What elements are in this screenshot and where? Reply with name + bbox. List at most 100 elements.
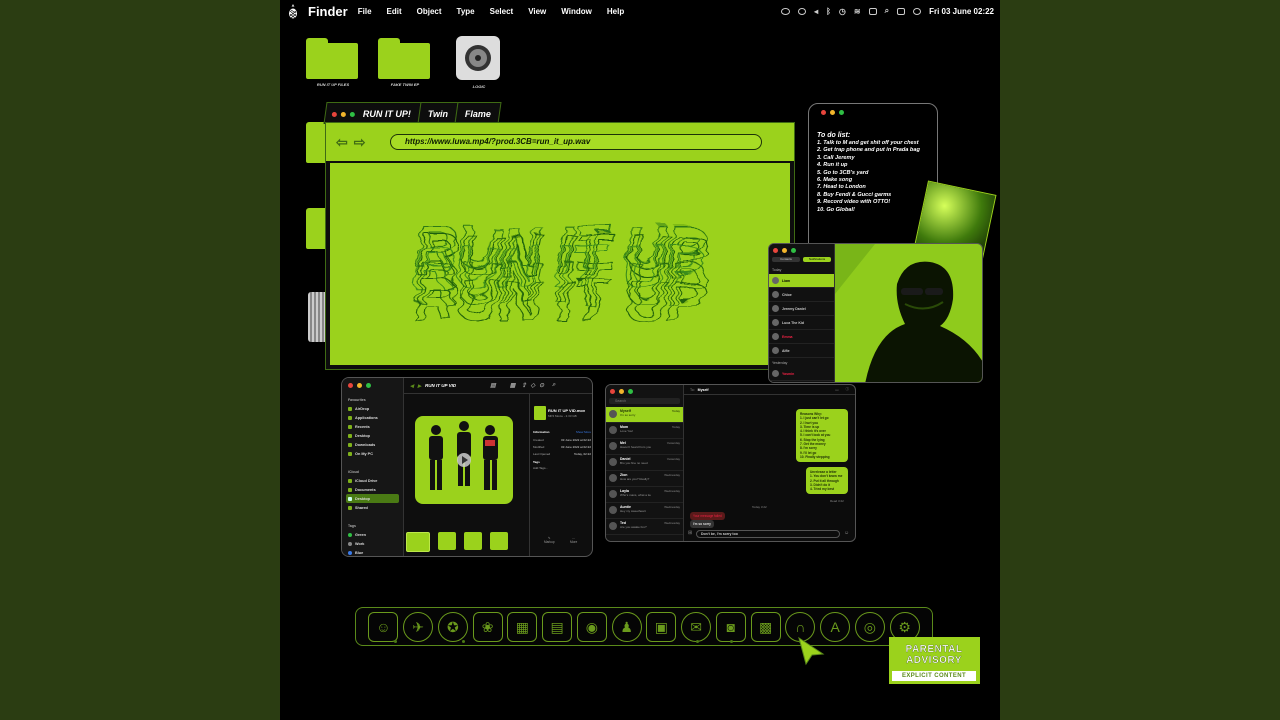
clock-datetime[interactable]: Fri 03 June 02:22 [929, 7, 994, 16]
notifications-button[interactable]: Notifications [803, 257, 831, 262]
contact-row[interactable]: Yasmin [769, 367, 834, 381]
search-input[interactable]: Search [609, 398, 680, 404]
tag-icon[interactable]: ◇ [531, 382, 536, 389]
thumbnail-selected[interactable] [406, 532, 430, 552]
sidebar-tag-blue[interactable]: Blue [342, 548, 403, 556]
sidebar-item-recents[interactable]: Recents [342, 422, 403, 431]
calendar-icon[interactable]: ▦ [507, 612, 538, 642]
grid-view-icon[interactable]: ▦ [510, 382, 516, 389]
menu-object[interactable]: Object [417, 7, 442, 16]
thumbnail[interactable] [490, 532, 508, 550]
contact-row[interactable]: Alfie [769, 344, 834, 358]
video-call-icon[interactable]: ▭ [835, 388, 838, 392]
failed-message-bubble[interactable]: Your message failed [690, 512, 725, 520]
chat-row[interactable]: Ted Are you awake bro? Wednesday [606, 519, 683, 535]
contact-row[interactable]: Emma [769, 330, 834, 344]
sidebar-tag-green[interactable]: Green [342, 530, 403, 539]
contact-row[interactable]: Chloe [769, 288, 834, 302]
sidebar-item-documents[interactable]: Documents [342, 485, 403, 494]
siri-icon[interactable] [913, 7, 922, 15]
back-arrow-icon[interactable]: ⇦ [336, 134, 348, 151]
bluetooth-icon[interactable]: ᛒ [826, 7, 831, 16]
menu-file[interactable]: File [358, 7, 372, 16]
menu-window[interactable]: Window [561, 7, 592, 16]
pineapple-logo-icon[interactable] [286, 3, 300, 19]
window-controls[interactable] [773, 248, 834, 253]
image-capture-icon[interactable]: ▩ [750, 612, 781, 642]
chat-row[interactable]: Daniel Bro you fine no need Yesterday [606, 455, 683, 471]
sidebar-tag-work[interactable]: Work [342, 539, 403, 548]
forward-arrow-icon[interactable]: ▸ [418, 382, 422, 390]
chat-row[interactable]: Auntie Hey my sweetheart Wednesday [606, 503, 683, 519]
contact-row[interactable]: Jeremy Daniel [769, 302, 834, 316]
messages-icon[interactable]: ✉ [681, 612, 712, 642]
sidebar-item-airdrop[interactable]: AirDrop [342, 404, 403, 413]
window-controls[interactable] [821, 110, 844, 115]
add-tags-field[interactable]: Add Tags... [533, 466, 548, 470]
preview-icon[interactable]: ▣ [646, 612, 677, 642]
finder-icon[interactable]: ☺ [368, 612, 399, 642]
photos-icon[interactable]: ❀ [472, 612, 503, 642]
sidebar-item-on-my-pc[interactable]: On My PC [342, 449, 403, 458]
app-logic[interactable]: LOGIC [452, 36, 506, 89]
window-controls[interactable] [331, 111, 355, 116]
search-icon[interactable]: ⌕ [885, 6, 889, 16]
menu-select[interactable]: Select [490, 7, 514, 16]
volume-icon[interactable]: ◂ [814, 7, 818, 16]
window-controls[interactable] [348, 383, 403, 388]
window-controls[interactable] [610, 389, 683, 394]
contacts-button[interactable]: Contacts [772, 257, 800, 262]
chat-row[interactable]: Mom Love You! Today [606, 423, 683, 439]
play-icon[interactable] [798, 7, 807, 15]
launchpad-icon[interactable]: ✈ [403, 612, 434, 642]
chat-row[interactable]: Zion How are you? Really? Wednesday [606, 471, 683, 487]
safari-compass-icon[interactable]: ✪ [437, 612, 468, 642]
character-icon[interactable]: ♟ [611, 612, 642, 642]
tab-run-it-up[interactable]: RUN IT UP! [323, 102, 422, 124]
menu-type[interactable]: Type [457, 7, 475, 16]
message-compose-field[interactable]: Don't be, I'm sorry too [696, 530, 840, 538]
apps-icon[interactable]: ⊞ [688, 530, 692, 536]
more-icon[interactable]: ⊙ [539, 382, 544, 389]
thumbnail[interactable] [464, 532, 482, 550]
sidebar-item-icloud-drive[interactable]: iCloud Drive [342, 476, 403, 485]
camera-icon[interactable]: ◙ [715, 612, 746, 642]
add-tags[interactable]: Add Tags... [533, 466, 591, 470]
url-bar[interactable]: https://www.luwa.mp4/?prod.3CB=run_it_up… [390, 134, 762, 150]
chat-row[interactable]: Layla Who's mans, what a tie Wednesday [606, 487, 683, 503]
menu-view[interactable]: View [528, 7, 546, 16]
control-center-icon[interactable] [897, 7, 906, 15]
timer-icon[interactable]: ◷ [839, 7, 846, 16]
menu-edit[interactable]: Edit [387, 7, 402, 16]
search-icon[interactable]: ⌕ [552, 382, 555, 389]
sidebar-item-shared[interactable]: Shared [342, 503, 403, 512]
chat-row[interactable]: Myself I'm so sorry Today [606, 407, 683, 423]
menu-help[interactable]: Help [607, 7, 624, 16]
folder-run-it-up-files[interactable]: RUN IT UP FILES [306, 38, 360, 87]
logic-dock-icon[interactable]: ◎ [854, 612, 885, 642]
info-icon[interactable]: ⓘ [846, 387, 850, 392]
cc-icon[interactable] [781, 7, 791, 15]
folder-fake-twin-ep[interactable]: FAKE TWIN EP [378, 38, 432, 87]
share-icon[interactable]: ⇪ [521, 382, 526, 389]
contact-row[interactable]: Luca The Kid [769, 316, 834, 330]
markup-button[interactable]: ✎ Markup [544, 536, 555, 544]
sidebar-item-applications[interactable]: Applications [342, 413, 403, 422]
back-arrow-icon[interactable]: ◂ [410, 382, 414, 390]
contacts-icon[interactable]: ◉ [576, 612, 607, 642]
notes-icon[interactable]: ▤ [542, 612, 573, 642]
chat-row[interactable]: Mel Haven't heard from you Yesterday [606, 439, 683, 455]
more-button[interactable]: ⋯ More [570, 536, 577, 544]
sidebar-item-desktop-cloud[interactable]: Desktop [346, 494, 399, 503]
wifi-icon[interactable]: ≋ [854, 7, 861, 16]
sidebar-item-desktop[interactable]: Desktop [342, 431, 403, 440]
sidebar-item-downloads[interactable]: Downloads [342, 440, 403, 449]
keyboard-icon[interactable] [868, 7, 877, 15]
thumbnail[interactable] [438, 532, 456, 550]
tab-flame[interactable]: Flame [454, 102, 502, 124]
video-preview[interactable] [415, 416, 513, 504]
app-name[interactable]: Finder [308, 4, 348, 19]
show-more-link[interactable]: Show More [576, 430, 591, 434]
forward-arrow-icon[interactable]: ⇨ [354, 134, 366, 151]
view-options-icon[interactable]: ▤ [490, 382, 496, 389]
